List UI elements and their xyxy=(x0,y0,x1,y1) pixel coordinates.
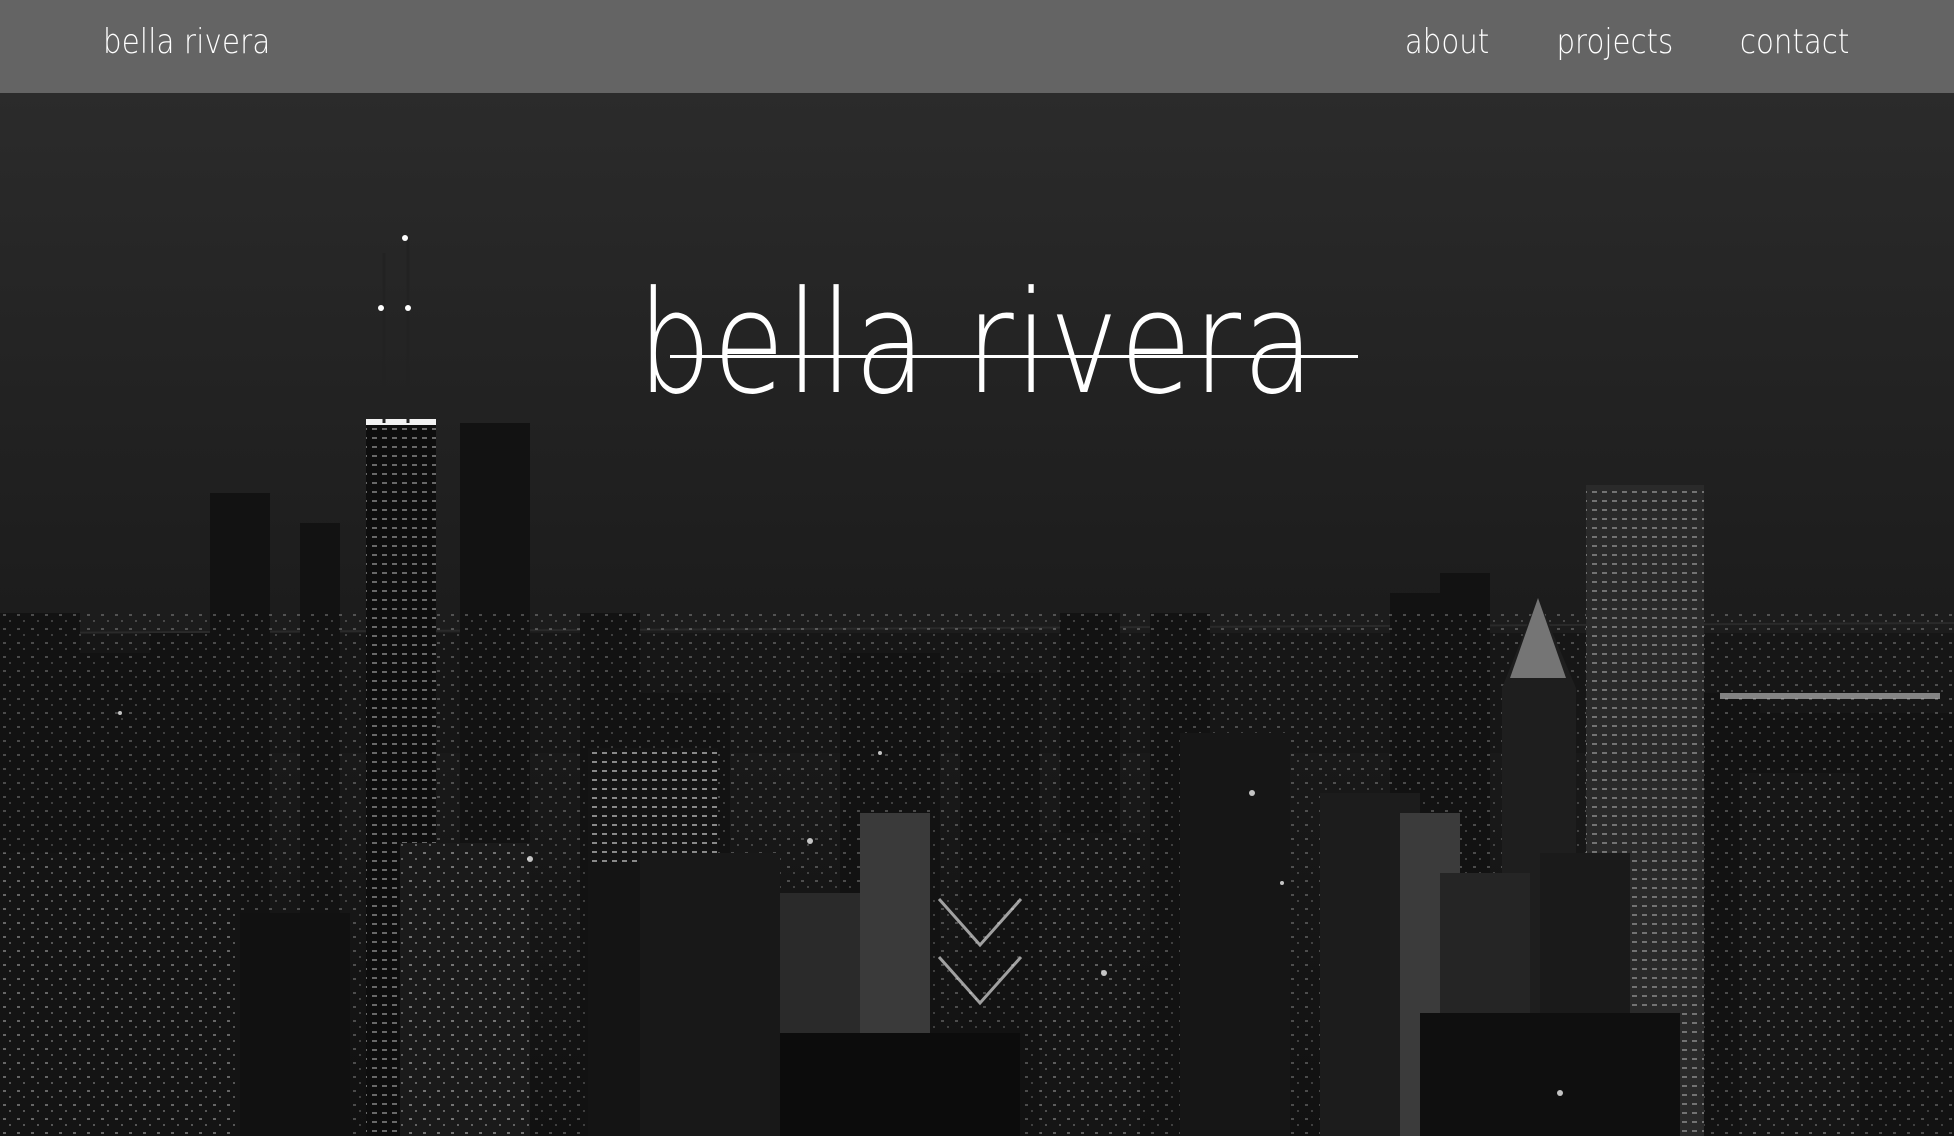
nav-link-projects[interactable]: projects xyxy=(1557,22,1674,62)
double-chevron-down-icon[interactable] xyxy=(935,893,1025,1013)
brand-link[interactable]: bella rivera xyxy=(103,22,270,62)
nav-link-about[interactable]: about xyxy=(1405,22,1489,62)
title-underline xyxy=(670,355,1358,358)
navbar: bella rivera about projects contact xyxy=(0,0,1954,93)
hero-section: bella rivera xyxy=(0,93,1954,1136)
hero-title: bella rivera xyxy=(0,273,1954,415)
page: bella rivera about projects contact bell… xyxy=(0,0,1954,1136)
nav-link-contact[interactable]: contact xyxy=(1740,22,1849,62)
hero-title-text: bella rivera xyxy=(637,261,1317,427)
